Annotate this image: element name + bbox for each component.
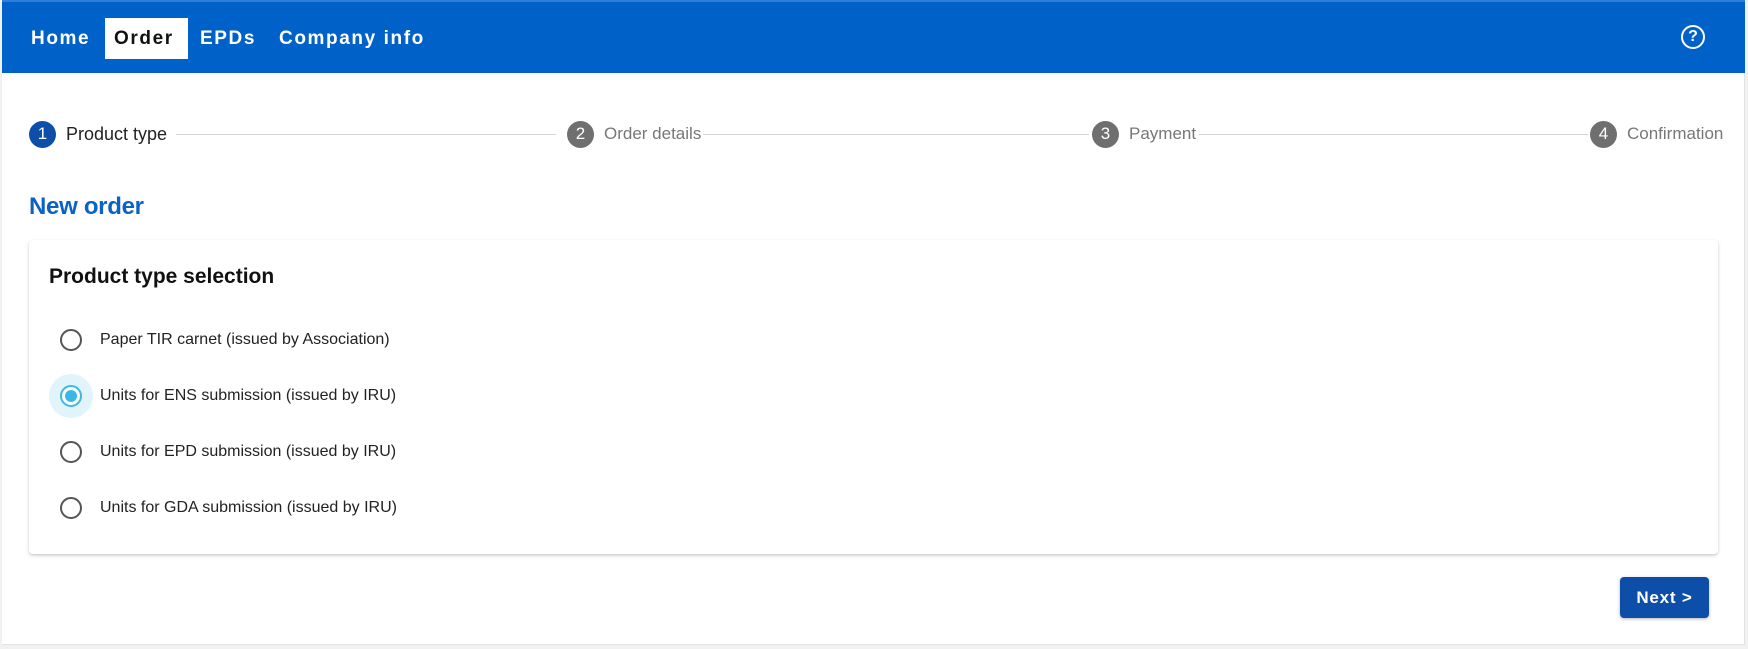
order-stepper: 1 Product type 2 Order details 3 Payment… <box>2 119 1745 149</box>
radio-button[interactable] <box>60 329 82 351</box>
step-connector <box>703 134 1089 135</box>
app-frame: Home Order EPDs Company info ? 1 Product… <box>2 0 1745 645</box>
step-number: 4 <box>1590 120 1617 148</box>
option-paper-tir-carnet[interactable]: Paper TIR carnet (issued by Association) <box>49 318 390 362</box>
option-label: Units for GDA submission (issued by IRU) <box>100 499 397 516</box>
radio-wrapper <box>49 318 93 362</box>
option-gda-submission[interactable]: Units for GDA submission (issued by IRU) <box>49 486 397 530</box>
radio-wrapper <box>49 486 93 530</box>
step-confirmation[interactable]: 4 Confirmation <box>1590 119 1723 149</box>
card-title: Product type selection <box>49 265 275 288</box>
radio-selected-dot <box>65 390 77 402</box>
next-button[interactable]: Next > <box>1620 577 1709 618</box>
step-label: Confirmation <box>1627 124 1724 143</box>
step-number: 2 <box>567 120 594 148</box>
help-icon[interactable]: ? <box>1681 25 1705 49</box>
nav-epds[interactable]: EPDs <box>191 18 265 59</box>
step-label: Payment <box>1129 124 1197 143</box>
step-order-details[interactable]: 2 Order details <box>567 119 701 149</box>
step-number: 1 <box>29 120 56 148</box>
top-navigation: Home Order EPDs Company info ? <box>2 0 1745 73</box>
nav-order[interactable]: Order <box>105 18 188 59</box>
radio-wrapper <box>49 374 93 418</box>
radio-button[interactable] <box>60 441 82 463</box>
option-epd-submission[interactable]: Units for EPD submission (issued by IRU) <box>49 430 396 474</box>
option-label: Units for EPD submission (issued by IRU) <box>100 443 397 460</box>
radio-button[interactable] <box>60 497 82 519</box>
step-connector <box>1199 134 1588 135</box>
radio-button[interactable] <box>60 385 82 407</box>
option-label: Units for ENS submission (issued by IRU) <box>100 387 397 404</box>
page-title: New order <box>29 193 144 220</box>
step-payment[interactable]: 3 Payment <box>1092 119 1196 149</box>
product-type-card: Product type selection Paper TIR carnet … <box>29 240 1718 554</box>
step-label: Order details <box>604 124 702 143</box>
step-product-type[interactable]: 1 Product type <box>29 119 167 149</box>
step-connector <box>176 134 556 135</box>
step-number: 3 <box>1092 120 1119 148</box>
radio-wrapper <box>49 430 93 474</box>
nav-company-info[interactable]: Company info <box>270 18 434 59</box>
step-label: Product type <box>66 123 168 144</box>
nav-home[interactable]: Home <box>22 18 99 59</box>
option-ens-submission[interactable]: Units for ENS submission (issued by IRU) <box>49 374 396 418</box>
option-label: Paper TIR carnet (issued by Association) <box>100 331 390 348</box>
